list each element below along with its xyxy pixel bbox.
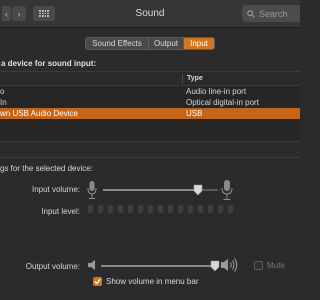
- column-header-type[interactable]: Type: [187, 75, 203, 82]
- settings-heading: gs for the selected device:: [0, 164, 93, 173]
- level-segment: [88, 205, 93, 213]
- device-type: USB: [186, 109, 203, 118]
- device-type: Optical digital-in port: [186, 98, 259, 107]
- level-segment: [208, 205, 213, 213]
- level-segment: [168, 205, 173, 213]
- checkmark-icon: [94, 278, 101, 285]
- level-segment: [118, 205, 123, 213]
- chevron-right-icon: ›: [17, 8, 21, 19]
- toolbar: ‹ › Sound Search: [0, 0, 300, 28]
- show-volume-toggle[interactable]: Show volume in menu bar: [89, 277, 199, 286]
- level-segment: [98, 205, 103, 213]
- level-segment: [148, 205, 153, 213]
- table-row[interactable]: o Audio line-in port: [0, 86, 300, 97]
- microphone-high-icon: [221, 180, 233, 200]
- output-volume-knob[interactable]: [210, 260, 220, 272]
- output-volume-label: Output volume:: [25, 262, 80, 271]
- table-row-selected[interactable]: wn USB Audio Device USB: [0, 108, 300, 119]
- device-name: In: [0, 98, 7, 107]
- forward-button[interactable]: ›: [12, 6, 26, 21]
- mute-checkbox[interactable]: [254, 261, 263, 270]
- speaker-low-icon: [88, 260, 95, 270]
- chevron-left-icon: ‹: [5, 8, 8, 19]
- tab-output[interactable]: Output: [149, 38, 184, 49]
- back-button[interactable]: ‹: [2, 6, 11, 21]
- tab-input[interactable]: Input: [184, 38, 214, 49]
- device-name: wn USB Audio Device: [0, 109, 78, 118]
- input-volume-knob[interactable]: [193, 184, 203, 196]
- input-volume-label: Input volume:: [31, 185, 80, 194]
- output-volume-slider[interactable]: [101, 265, 215, 267]
- level-segment: [228, 205, 233, 213]
- mute-label: Mute: [267, 261, 285, 270]
- search-field[interactable]: Search: [242, 5, 300, 22]
- show-all-button[interactable]: [33, 6, 55, 21]
- device-name: o: [0, 87, 5, 96]
- output-volume-fill: [101, 265, 215, 267]
- device-type: Audio line-in port: [186, 87, 247, 96]
- level-segment: [198, 205, 203, 213]
- mute-toggle[interactable]: Mute: [250, 261, 285, 270]
- speaker-high-icon: [221, 258, 238, 272]
- column-divider: [182, 74, 183, 84]
- tab-bar: Sound Effects Output Input: [85, 37, 215, 50]
- search-icon: [247, 9, 255, 18]
- section-divider: [0, 157, 300, 158]
- input-level-meter: [88, 205, 233, 213]
- input-device-table: Type o Audio line-in port In Optical dig…: [0, 71, 300, 142]
- level-segment: [138, 205, 143, 213]
- level-segment: [178, 205, 183, 213]
- level-segment: [128, 205, 133, 213]
- show-volume-label: Show volume in menu bar: [106, 277, 199, 286]
- grid-icon: [39, 10, 49, 17]
- search-placeholder: Search: [259, 8, 288, 19]
- tab-sound-effects[interactable]: Sound Effects: [86, 38, 149, 49]
- table-row[interactable]: In Optical digital-in port: [0, 97, 300, 108]
- level-segment: [158, 205, 163, 213]
- input-device-prompt: a device for sound input:: [1, 59, 97, 68]
- show-volume-checkbox[interactable]: [93, 277, 102, 286]
- microphone-low-icon: [87, 181, 97, 199]
- table-header: Type: [0, 72, 300, 86]
- input-volume-fill: [103, 189, 198, 191]
- input-level-label: Input level:: [41, 207, 80, 216]
- level-segment: [108, 205, 113, 213]
- level-segment: [188, 205, 193, 213]
- level-segment: [218, 205, 223, 213]
